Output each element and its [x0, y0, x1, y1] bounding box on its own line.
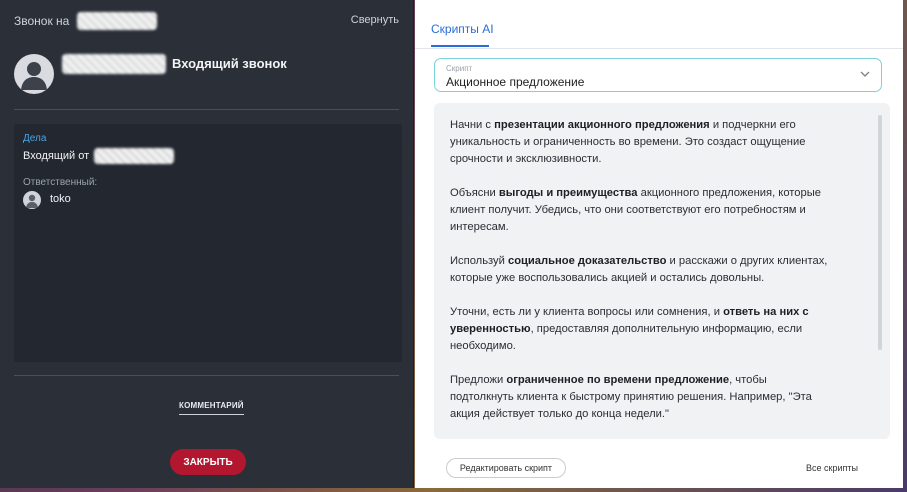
script-paragraph: Используй социальное доказательство и ра…: [450, 253, 830, 287]
redacted-caller-name: [62, 54, 166, 74]
tab-ai-scripts[interactable]: Скрипты AI: [431, 22, 494, 36]
comment-tab[interactable]: КОММЕНТАРИЙ: [179, 401, 244, 415]
divider: [14, 109, 399, 110]
script-text-segment: Объясни: [450, 187, 499, 199]
script-select-label: Скрипт: [446, 64, 473, 73]
script-text-segment: Используй: [450, 255, 508, 267]
deal-card: Дела Входящий от Ответственный: toko: [14, 124, 402, 362]
script-emphasis: социальное доказательство: [507, 255, 667, 267]
caller-status: Входящий звонок: [172, 56, 287, 71]
responsible-avatar-icon: [23, 191, 41, 209]
all-scripts-link[interactable]: Все скрипты: [806, 463, 858, 473]
incoming-from-label: Входящий от: [23, 149, 90, 162]
redacted-phone-number: [76, 12, 157, 30]
deal-label[interactable]: Дела: [23, 133, 46, 144]
caller-avatar-icon: [14, 54, 54, 94]
script-text-segment: Уточни, есть ли у клиента вопросы или со…: [450, 306, 724, 318]
script-emphasis: ограниченное по времени предложение: [506, 374, 730, 386]
script-text-segment: Предложи: [450, 374, 507, 386]
call-title: Звонок на: [14, 14, 70, 28]
chevron-down-icon: [860, 71, 870, 77]
responsible-name: toko: [50, 193, 71, 205]
caller-info: Входящий звонок: [14, 54, 399, 94]
script-emphasis: презентации акционного предложения: [494, 119, 710, 131]
close-button[interactable]: ЗАКРЫТЬ: [170, 449, 246, 475]
scripts-panel: Скрипты AI Скрипт Акционное предложение …: [415, 0, 903, 488]
script-paragraph: Начни с презентации акционного предложен…: [450, 117, 830, 168]
deal-title[interactable]: Входящий от: [23, 148, 175, 164]
script-emphasis: выгоды и преимущества: [498, 187, 638, 199]
redacted-deal-number: [94, 148, 175, 164]
edit-script-button[interactable]: Редактировать скрипт: [446, 458, 566, 478]
script-select[interactable]: Скрипт Акционное предложение: [434, 58, 882, 92]
script-content: Начни с презентации акционного предложен…: [434, 103, 890, 439]
script-paragraph: Уточни, есть ли у клиента вопросы или со…: [450, 304, 830, 355]
script-select-value: Акционное предложение: [446, 75, 585, 89]
script-paragraph: Объясни выгоды и преимущества акционного…: [450, 185, 830, 236]
script-text-segment: Начни с: [450, 119, 495, 131]
divider: [14, 375, 399, 376]
collapse-button[interactable]: Свернуть: [351, 14, 399, 26]
script-text: Начни с презентации акционного предложен…: [450, 117, 830, 439]
script-paragraph: Предложи ограниченное по времени предлож…: [450, 372, 830, 423]
call-panel: Звонок на Свернуть Входящий звонок Дела …: [0, 0, 414, 488]
scrollbar[interactable]: [878, 115, 882, 350]
tabs-divider: [415, 48, 903, 49]
responsible-label: Ответственный:: [23, 177, 98, 188]
active-tab-indicator: [431, 45, 489, 47]
call-header: Звонок на Свернуть: [14, 12, 399, 30]
